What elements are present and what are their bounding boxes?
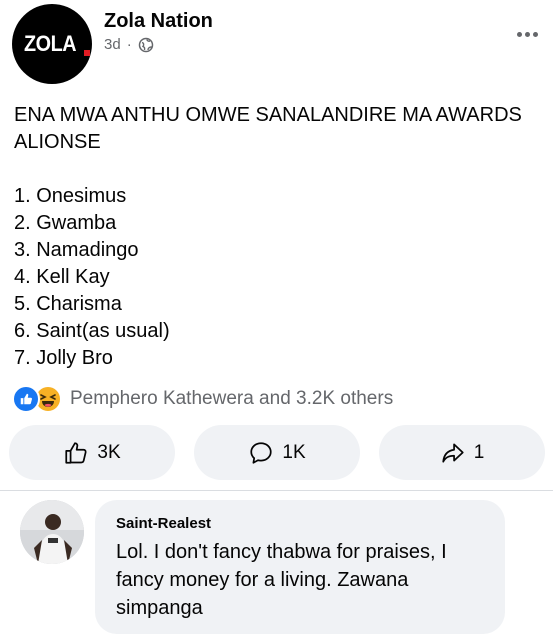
globe-icon[interactable] xyxy=(138,37,154,53)
like-reaction-icon xyxy=(12,385,40,413)
person-photo xyxy=(20,500,84,564)
post-actions: 3K 1K 1 xyxy=(9,425,545,481)
comment-bubble: Saint-Realest Lol. I don't fancy thabwa … xyxy=(95,500,505,634)
post-list: 1. Onesimus 2. Gwamba 3. Namadingo 4. Ke… xyxy=(14,183,539,372)
share-icon xyxy=(442,442,464,463)
more-options-icon[interactable] xyxy=(512,24,542,44)
like-count: 3K xyxy=(97,441,121,463)
post-body: ENA MWA ANTHU OMWE SANALANDIRE MA AWARDS… xyxy=(14,102,539,372)
comment-author[interactable]: Saint-Realest xyxy=(116,515,211,532)
list-item: 6. Saint(as usual) xyxy=(14,320,170,342)
post-header: ZOLA Zola Nation 3d · xyxy=(12,4,542,86)
comment-text: Lol. I don't fancy thabwa for praises, I… xyxy=(116,541,447,619)
reactions-summary[interactable]: Pemphero Kathewera and 3.2K others xyxy=(12,385,393,413)
share-count: 1 xyxy=(473,441,485,463)
like-button[interactable]: 3K xyxy=(9,425,175,480)
comment-count: 1K xyxy=(282,441,306,463)
list-item: 1. Onesimus xyxy=(14,185,127,207)
thumbs-up-icon xyxy=(65,441,87,464)
share-button[interactable]: 1 xyxy=(379,425,545,480)
page-avatar[interactable]: ZOLA xyxy=(12,4,92,84)
list-item: 7. Jolly Bro xyxy=(14,347,113,369)
post-headline: ENA MWA ANTHU OMWE SANALANDIRE MA AWARDS… xyxy=(14,104,522,153)
commenter-avatar[interactable] xyxy=(20,500,84,564)
meta-separator: · xyxy=(126,36,132,53)
list-item: 3. Namadingo xyxy=(14,239,139,261)
divider xyxy=(0,490,553,491)
logo-dot xyxy=(84,50,90,56)
list-item: 4. Kell Kay xyxy=(14,266,110,288)
page-name[interactable]: Zola Nation xyxy=(104,10,213,33)
reactions-text[interactable]: Pemphero Kathewera and 3.2K others xyxy=(70,388,393,410)
logo-text: ZOLA xyxy=(24,31,77,56)
comment-icon xyxy=(250,441,272,464)
list-item: 2. Gwamba xyxy=(14,212,117,234)
comment-button[interactable]: 1K xyxy=(194,425,360,480)
post-meta: 3d · xyxy=(104,36,154,53)
list-item: 5. Charisma xyxy=(14,293,122,315)
post-time[interactable]: 3d xyxy=(104,36,121,53)
